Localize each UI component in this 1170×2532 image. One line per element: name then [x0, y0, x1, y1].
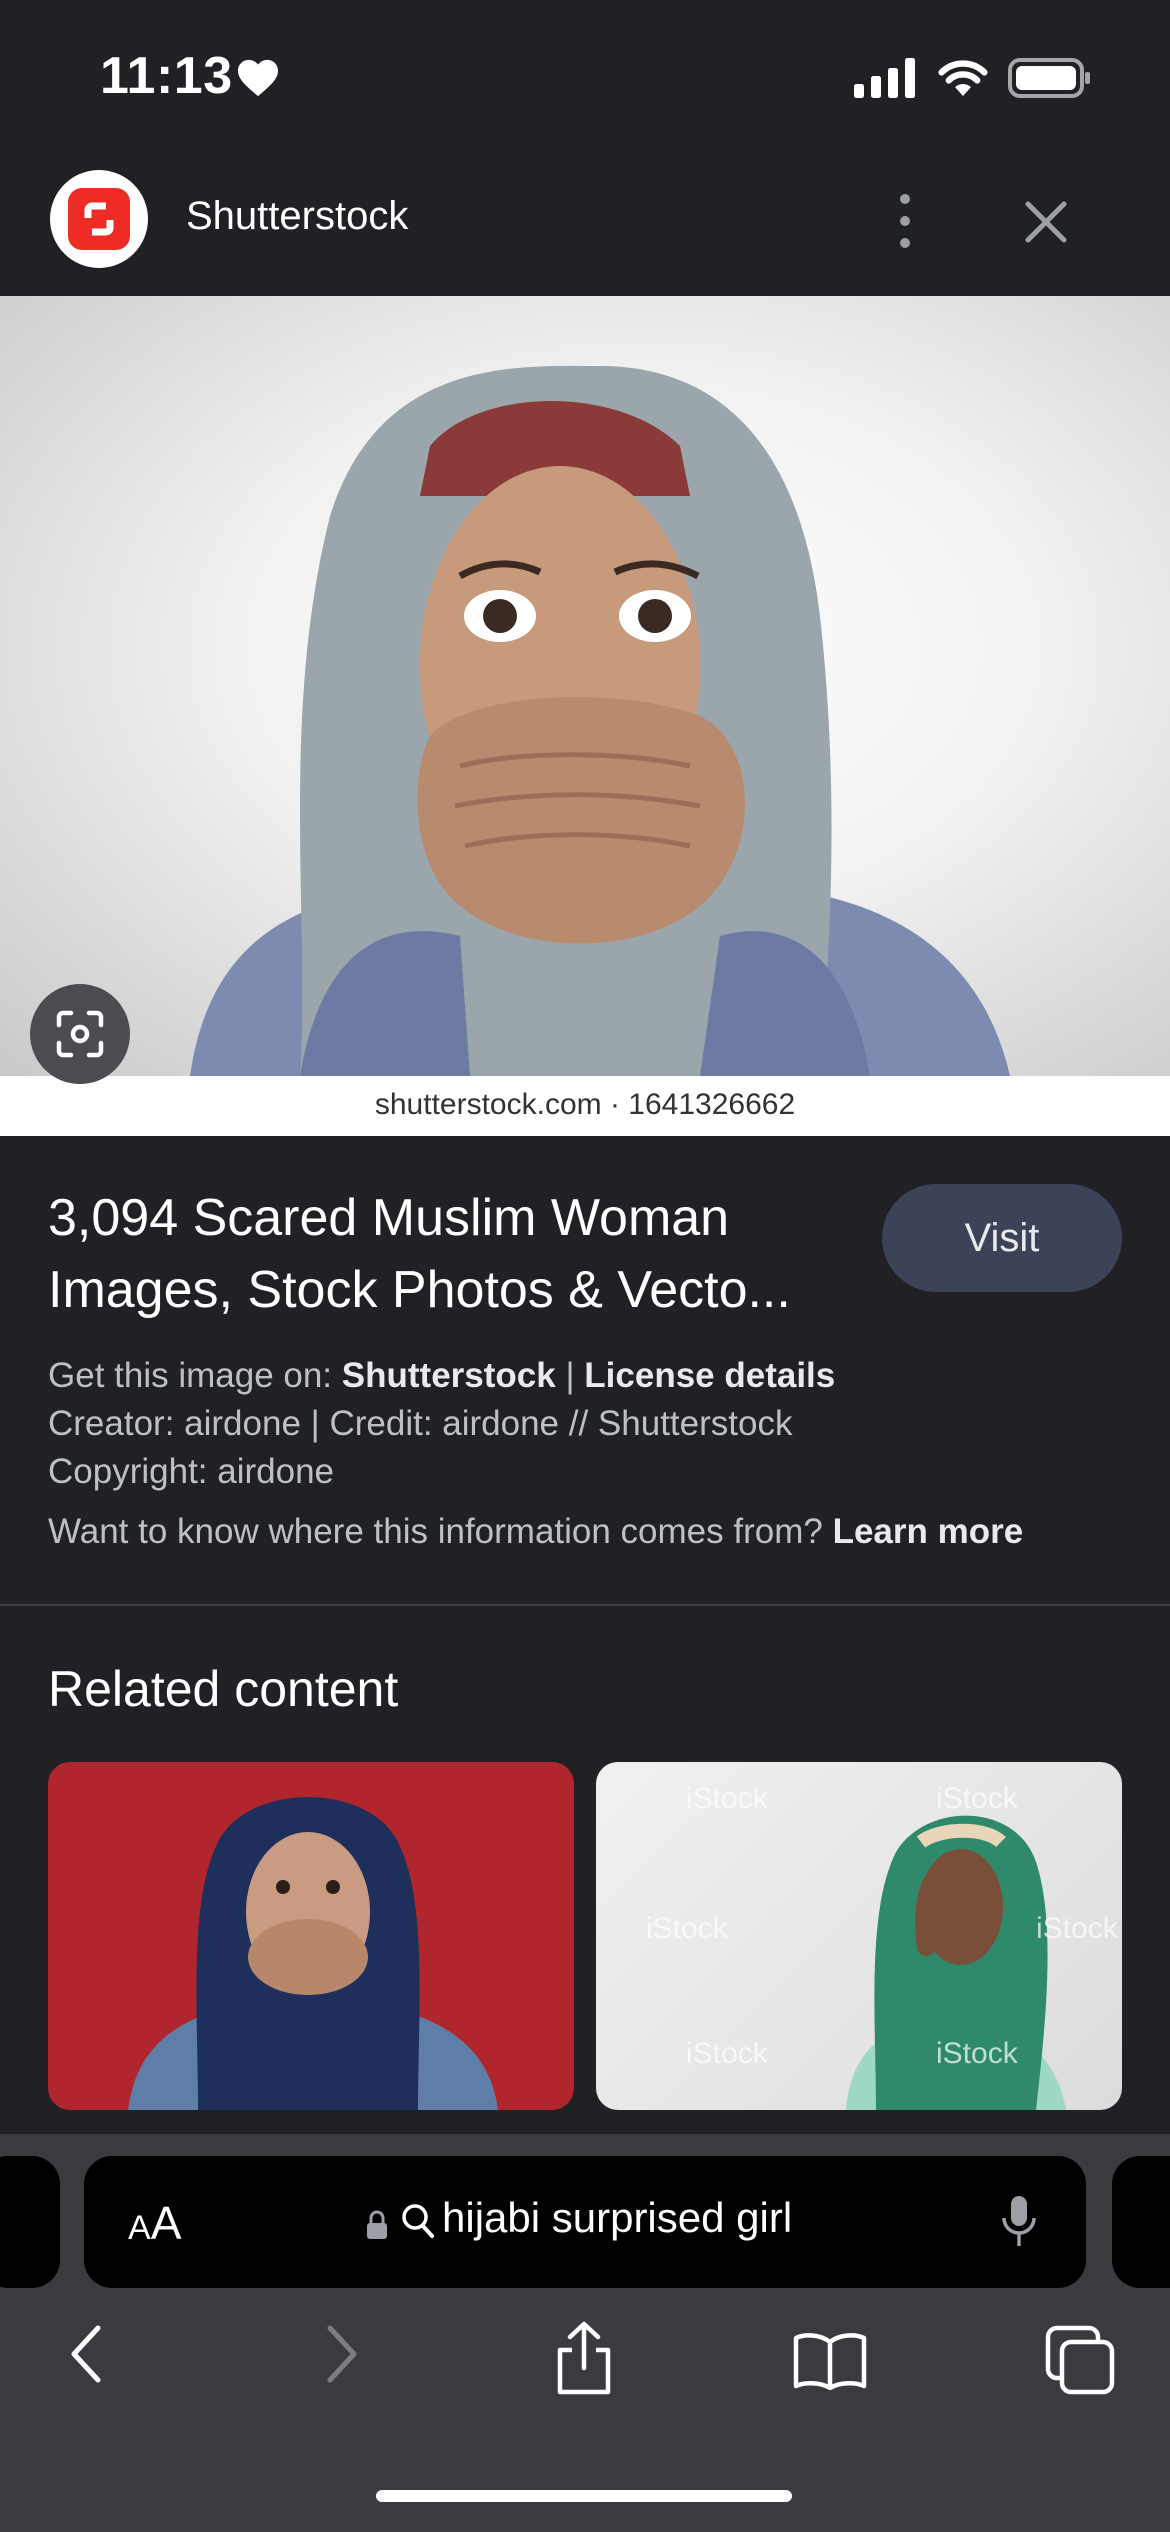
shutterstock-logo-icon[interactable]: [50, 170, 148, 268]
watermark-text: iStock: [1036, 1912, 1118, 1945]
source-link[interactable]: Shutterstock: [342, 1356, 556, 1395]
bookmarks-icon[interactable]: [792, 2330, 868, 2390]
text-size-small-label: A: [128, 2209, 151, 2247]
close-icon[interactable]: [1018, 194, 1074, 250]
divider: [0, 1604, 1170, 1606]
home-indicator: [376, 2490, 792, 2502]
back-icon[interactable]: [66, 2322, 110, 2386]
more-vert-icon[interactable]: [880, 188, 930, 254]
learn-more-link[interactable]: Learn more: [833, 1512, 1024, 1551]
get-image-prefix: Get this image on:: [48, 1356, 333, 1395]
lock-icon: [367, 2210, 387, 2239]
related-thumbnail-1[interactable]: [48, 1762, 574, 2110]
watermark-text: iStock: [686, 1782, 768, 1815]
lens-button[interactable]: [30, 984, 130, 1084]
separator: |: [565, 1356, 575, 1395]
signal-icon: [854, 58, 915, 98]
related-thumbnail-2[interactable]: iStock iStock iStock iStock iStock iStoc…: [596, 1762, 1122, 2110]
mic-icon[interactable]: [1000, 2194, 1038, 2250]
watermark-text: iStock: [686, 2037, 768, 2070]
visit-button[interactable]: Visit: [882, 1184, 1122, 1292]
next-tab-peek[interactable]: [1112, 2156, 1170, 2288]
info-question: Want to know where this information come…: [48, 1512, 823, 1551]
license-details-link[interactable]: License details: [584, 1356, 835, 1395]
result-image[interactable]: [0, 296, 1170, 1076]
result-title[interactable]: 3,094 Scared Muslim Woman Images, Stock …: [48, 1182, 838, 1326]
image-watermark-caption: shutterstock.com · 1641326662: [374, 1088, 796, 1121]
get-image-line: Get this image on: Shutterstock | Licens…: [48, 1356, 835, 1396]
search-icon: [402, 2204, 434, 2238]
watermark-text: iStock: [646, 1912, 728, 1945]
share-icon[interactable]: [552, 2320, 616, 2396]
previous-tab-peek[interactable]: [0, 2156, 60, 2288]
watermark-text: iStock: [936, 1782, 1018, 1815]
search-query[interactable]: hijabi surprised girl: [442, 2194, 792, 2242]
text-size-large-label: A: [150, 2197, 182, 2249]
status-time: 11:13: [100, 47, 233, 105]
site-name: Shutterstock: [186, 194, 409, 238]
related-content-heading: Related content: [48, 1661, 399, 1717]
wifi-icon: [938, 60, 988, 96]
forward-icon[interactable]: [318, 2322, 362, 2386]
copyright-line: Copyright: airdone: [48, 1452, 334, 1491]
battery-icon: [1008, 58, 1090, 98]
lens-icon: [56, 1010, 104, 1058]
text-size-button[interactable]: AA: [128, 2196, 181, 2250]
heart-icon: [238, 59, 278, 97]
tabs-icon[interactable]: [1044, 2324, 1116, 2396]
creator-line: Creator: airdone | Credit: airdone // Sh…: [48, 1404, 793, 1443]
info-source-line: Want to know where this information come…: [48, 1512, 1023, 1552]
watermark-text: iStock: [936, 2037, 1018, 2070]
